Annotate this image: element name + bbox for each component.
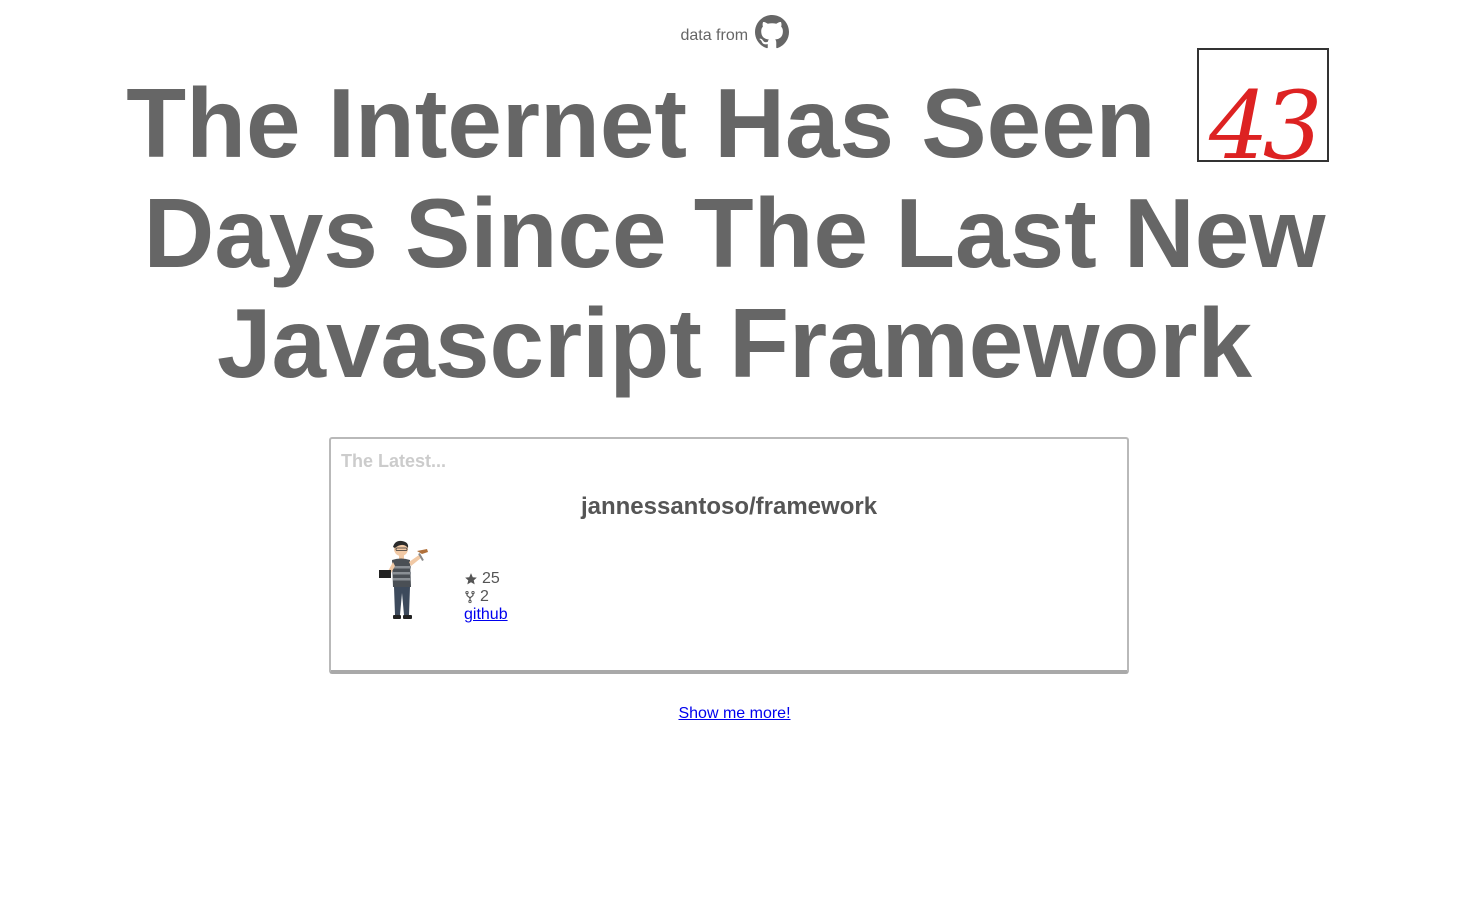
- fork-icon: [465, 591, 475, 604]
- more-section: Show me more!: [0, 705, 1469, 723]
- headline-before: The Internet Has Seen: [126, 68, 1156, 178]
- repo-stats: 25 2 github: [464, 570, 508, 624]
- show-more-link[interactable]: Show me more!: [678, 705, 790, 722]
- headline-after: Days Since The Last New Javascript Frame…: [143, 178, 1326, 398]
- star-count: 25: [482, 570, 500, 587]
- forks-row: 2: [464, 588, 508, 606]
- latest-framework-card: The Latest... jannessantoso/framework 25…: [329, 437, 1129, 674]
- data-source: data from: [0, 14, 1469, 50]
- days-counter: 43: [1196, 48, 1329, 174]
- days-count: 43: [1208, 72, 1323, 181]
- page-headline: The Internet Has Seen 43 Days Since The …: [0, 48, 1469, 398]
- link-row: github: [464, 606, 508, 624]
- star-icon: [465, 573, 477, 585]
- github-link[interactable]: github: [464, 606, 508, 624]
- user-avatar: [379, 540, 428, 619]
- data-source-label: data from: [680, 27, 749, 44]
- stars-row: 25: [464, 570, 508, 588]
- repo-name: jannessantoso/framework: [580, 493, 878, 520]
- fork-count: 2: [480, 588, 489, 605]
- latest-heading: The Latest...: [341, 451, 447, 471]
- github-icon[interactable]: [754, 14, 789, 49]
